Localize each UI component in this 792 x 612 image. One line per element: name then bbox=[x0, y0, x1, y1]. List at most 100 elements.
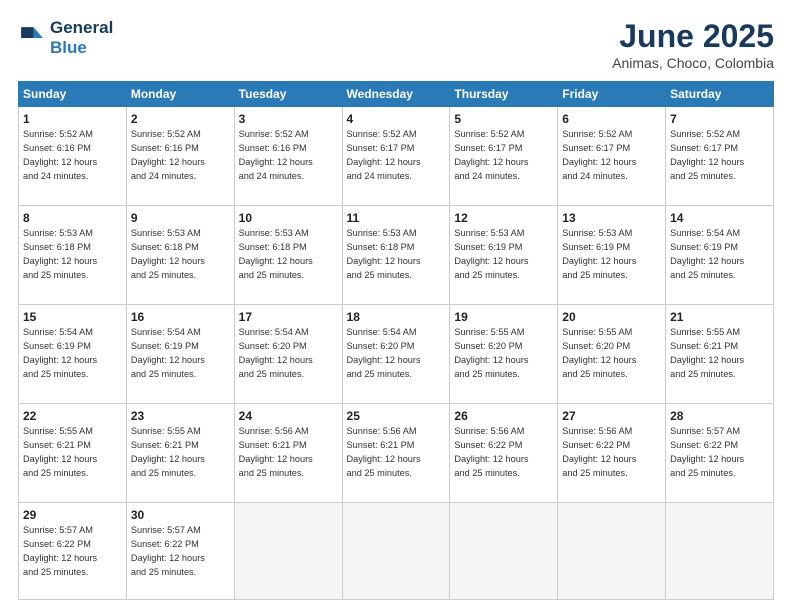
col-friday: Friday bbox=[558, 82, 666, 107]
day-info: Sunrise: 5:56 AMSunset: 6:21 PMDaylight:… bbox=[347, 426, 421, 477]
day-info: Sunrise: 5:55 AMSunset: 6:21 PMDaylight:… bbox=[131, 426, 205, 477]
table-row: 13Sunrise: 5:53 AMSunset: 6:19 PMDayligh… bbox=[558, 205, 666, 304]
table-row: 22 Sunrise: 5:55 AMSunset: 6:21 PMDayligh… bbox=[19, 403, 127, 502]
table-row: 30 Sunrise: 5:57 AMSunset: 6:22 PMDayligh… bbox=[126, 502, 234, 599]
table-row: 20Sunrise: 5:55 AMSunset: 6:20 PMDayligh… bbox=[558, 304, 666, 403]
table-row: 9Sunrise: 5:53 AMSunset: 6:18 PMDaylight… bbox=[126, 205, 234, 304]
day-number: 2 bbox=[131, 111, 230, 127]
day-info: Sunrise: 5:56 AMSunset: 6:22 PMDaylight:… bbox=[454, 426, 528, 477]
day-info: Sunrise: 5:54 AMSunset: 6:19 PMDaylight:… bbox=[131, 327, 205, 378]
header: General Blue June 2025 Animas, Choco, Co… bbox=[18, 18, 774, 71]
day-number: 28 bbox=[670, 408, 769, 424]
table-row: 19 Sunrise: 5:55 AMSunset: 6:20 PMDayligh… bbox=[450, 304, 558, 403]
table-row: 17 Sunrise: 5:54 AMSunset: 6:20 PMDayligh… bbox=[234, 304, 342, 403]
table-row: 15Sunrise: 5:54 AMSunset: 6:19 PMDayligh… bbox=[19, 304, 127, 403]
day-number: 12 bbox=[454, 210, 553, 226]
day-info: Sunrise: 5:52 AMSunset: 6:17 PMDaylight:… bbox=[670, 129, 744, 180]
table-row: 26 Sunrise: 5:56 AMSunset: 6:22 PMDayligh… bbox=[450, 403, 558, 502]
day-number: 10 bbox=[239, 210, 338, 226]
day-number: 13 bbox=[562, 210, 661, 226]
calendar-week-row: 29 Sunrise: 5:57 AMSunset: 6:22 PMDayligh… bbox=[19, 502, 774, 599]
table-row: 7 Sunrise: 5:52 AMSunset: 6:17 PMDaylight… bbox=[666, 107, 774, 206]
day-number: 11 bbox=[347, 210, 446, 226]
day-number: 17 bbox=[239, 309, 338, 325]
col-monday: Monday bbox=[126, 82, 234, 107]
day-info: Sunrise: 5:54 AMSunset: 6:20 PMDaylight:… bbox=[347, 327, 421, 378]
table-row bbox=[666, 502, 774, 599]
day-info: Sunrise: 5:53 AMSunset: 6:18 PMDaylight:… bbox=[239, 228, 313, 279]
day-number: 15 bbox=[23, 309, 122, 325]
day-info: Sunrise: 5:55 AMSunset: 6:21 PMDaylight:… bbox=[23, 426, 97, 477]
day-info: Sunrise: 5:52 AMSunset: 6:16 PMDaylight:… bbox=[131, 129, 205, 180]
day-number: 6 bbox=[562, 111, 661, 127]
col-saturday: Saturday bbox=[666, 82, 774, 107]
table-row: 14 Sunrise: 5:54 AMSunset: 6:19 PMDayligh… bbox=[666, 205, 774, 304]
col-wednesday: Wednesday bbox=[342, 82, 450, 107]
day-number: 23 bbox=[131, 408, 230, 424]
day-number: 22 bbox=[23, 408, 122, 424]
day-number: 3 bbox=[239, 111, 338, 127]
table-row: 1 Sunrise: 5:52 AMSunset: 6:16 PMDaylight… bbox=[19, 107, 127, 206]
calendar-body: 1 Sunrise: 5:52 AMSunset: 6:16 PMDaylight… bbox=[19, 107, 774, 600]
day-number: 18 bbox=[347, 309, 446, 325]
day-number: 19 bbox=[454, 309, 553, 325]
month-title: June 2025 bbox=[612, 18, 774, 55]
day-number: 9 bbox=[131, 210, 230, 226]
calendar-week-row: 8 Sunrise: 5:53 AMSunset: 6:18 PMDaylight… bbox=[19, 205, 774, 304]
day-info: Sunrise: 5:52 AMSunset: 6:17 PMDaylight:… bbox=[562, 129, 636, 180]
day-info: Sunrise: 5:55 AMSunset: 6:20 PMDaylight:… bbox=[454, 327, 528, 378]
logo-icon bbox=[18, 24, 46, 52]
day-number: 25 bbox=[347, 408, 446, 424]
day-number: 27 bbox=[562, 408, 661, 424]
table-row: 25 Sunrise: 5:56 AMSunset: 6:21 PMDayligh… bbox=[342, 403, 450, 502]
logo-blue: Blue bbox=[50, 38, 113, 58]
day-number: 8 bbox=[23, 210, 122, 226]
day-number: 7 bbox=[670, 111, 769, 127]
col-tuesday: Tuesday bbox=[234, 82, 342, 107]
day-info: Sunrise: 5:52 AMSunset: 6:17 PMDaylight:… bbox=[454, 129, 528, 180]
day-info: Sunrise: 5:52 AMSunset: 6:16 PMDaylight:… bbox=[23, 129, 97, 180]
day-info: Sunrise: 5:54 AMSunset: 6:20 PMDaylight:… bbox=[239, 327, 313, 378]
table-row bbox=[450, 502, 558, 599]
day-info: Sunrise: 5:53 AMSunset: 6:19 PMDaylight:… bbox=[454, 228, 528, 279]
day-number: 5 bbox=[454, 111, 553, 127]
day-info: Sunrise: 5:57 AMSunset: 6:22 PMDaylight:… bbox=[23, 525, 97, 576]
table-row: 5 Sunrise: 5:52 AMSunset: 6:17 PMDaylight… bbox=[450, 107, 558, 206]
day-info: Sunrise: 5:54 AMSunset: 6:19 PMDaylight:… bbox=[670, 228, 744, 279]
day-number: 16 bbox=[131, 309, 230, 325]
table-row: 6 Sunrise: 5:52 AMSunset: 6:17 PMDaylight… bbox=[558, 107, 666, 206]
day-number: 4 bbox=[347, 111, 446, 127]
table-row: 29 Sunrise: 5:57 AMSunset: 6:22 PMDayligh… bbox=[19, 502, 127, 599]
logo: General Blue bbox=[18, 18, 113, 57]
table-row: 23 Sunrise: 5:55 AMSunset: 6:21 PMDayligh… bbox=[126, 403, 234, 502]
day-number: 21 bbox=[670, 309, 769, 325]
day-number: 14 bbox=[670, 210, 769, 226]
table-row: 4 Sunrise: 5:52 AMSunset: 6:17 PMDaylight… bbox=[342, 107, 450, 206]
table-row bbox=[342, 502, 450, 599]
day-number: 30 bbox=[131, 507, 230, 523]
day-info: Sunrise: 5:57 AMSunset: 6:22 PMDaylight:… bbox=[670, 426, 744, 477]
day-info: Sunrise: 5:52 AMSunset: 6:17 PMDaylight:… bbox=[347, 129, 421, 180]
day-info: Sunrise: 5:56 AMSunset: 6:21 PMDaylight:… bbox=[239, 426, 313, 477]
table-row: 21 Sunrise: 5:55 AMSunset: 6:21 PMDayligh… bbox=[666, 304, 774, 403]
day-number: 24 bbox=[239, 408, 338, 424]
table-row: 28 Sunrise: 5:57 AMSunset: 6:22 PMDayligh… bbox=[666, 403, 774, 502]
day-info: Sunrise: 5:55 AMSunset: 6:21 PMDaylight:… bbox=[670, 327, 744, 378]
table-row: 12 Sunrise: 5:53 AMSunset: 6:19 PMDayligh… bbox=[450, 205, 558, 304]
table-row: 16 Sunrise: 5:54 AMSunset: 6:19 PMDayligh… bbox=[126, 304, 234, 403]
table-row bbox=[234, 502, 342, 599]
calendar-page: General Blue June 2025 Animas, Choco, Co… bbox=[0, 0, 792, 612]
day-info: Sunrise: 5:55 AMSunset: 6:20 PMDaylight:… bbox=[562, 327, 636, 378]
location-subtitle: Animas, Choco, Colombia bbox=[612, 55, 774, 71]
col-thursday: Thursday bbox=[450, 82, 558, 107]
day-number: 1 bbox=[23, 111, 122, 127]
day-info: Sunrise: 5:57 AMSunset: 6:22 PMDaylight:… bbox=[131, 525, 205, 576]
day-number: 26 bbox=[454, 408, 553, 424]
day-info: Sunrise: 5:53 AMSunset: 6:18 PMDaylight:… bbox=[23, 228, 97, 279]
calendar-table: Sunday Monday Tuesday Wednesday Thursday… bbox=[18, 81, 774, 600]
calendar-week-row: 22 Sunrise: 5:55 AMSunset: 6:21 PMDayligh… bbox=[19, 403, 774, 502]
calendar-header-row: Sunday Monday Tuesday Wednesday Thursday… bbox=[19, 82, 774, 107]
table-row: 11 Sunrise: 5:53 AMSunset: 6:18 PMDayligh… bbox=[342, 205, 450, 304]
day-info: Sunrise: 5:53 AMSunset: 6:18 PMDaylight:… bbox=[347, 228, 421, 279]
day-number: 29 bbox=[23, 507, 122, 523]
